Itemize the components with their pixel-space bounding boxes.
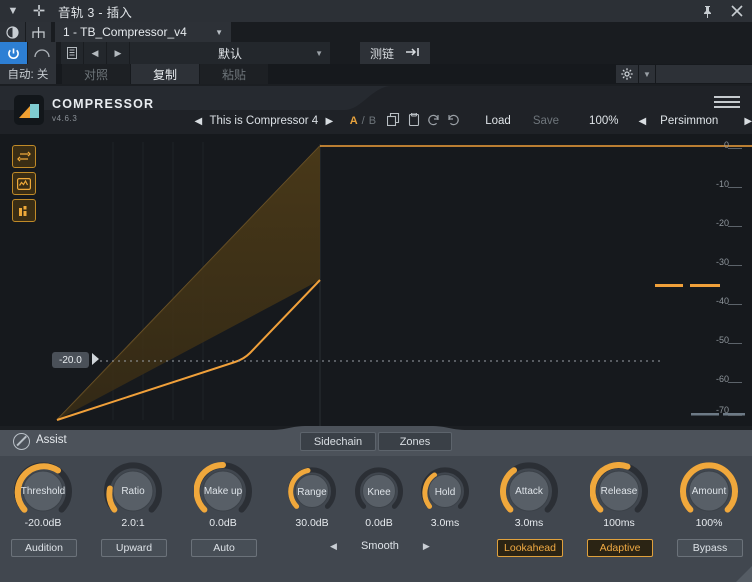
skin-next-icon[interactable]: ▶ [744,116,752,127]
clipboard-icon[interactable] [404,112,424,129]
amount-label: Amount [691,486,727,497]
adaptive-label: Adaptive [599,542,641,554]
plugin-slot-label: 1 - TB_Compressor_v4 [63,25,187,39]
transfer-curve-graph[interactable]: -20.0 0 -10 -20 -30 -40 -50 -60 -70 [0,134,752,426]
host-title-bar: ▼ ✛ 音轨 3 - 插入 [0,0,752,22]
audition-button[interactable]: Audition [11,539,77,557]
tab-sidechain-label: Sidechain [313,435,363,448]
ab-b[interactable]: B [369,115,376,127]
paste-button[interactable]: 粘贴 [200,64,268,84]
close-icon[interactable] [722,0,752,22]
power-icon[interactable] [0,42,27,64]
bypass-label: Bypass [692,542,728,554]
upward-button[interactable]: Upward [101,539,167,557]
output-scale: 0 -10 -20 -30 -40 -50 -60 -70 [702,134,746,426]
lookahead-label: Lookahead [504,542,556,554]
phase-icon[interactable] [0,22,25,42]
threshold-handle-value[interactable]: -20.0 [52,352,89,368]
zoom-level[interactable]: 100% [589,115,618,127]
scale-tick: -70 [715,405,729,415]
ab-compare[interactable]: A / B [350,115,376,127]
graph-canvas [56,142,752,426]
host-title: 音轨 3 - 插入 [58,5,133,20]
host-preset-value: 默认 [217,46,242,61]
plugin-preset-row: ◀ This is Compressor 4 ▶ A / B Load Save… [0,108,752,134]
routing-icon[interactable] [26,22,51,42]
copy-button[interactable]: 复制 [131,64,199,84]
scale-tickline [728,187,742,188]
tab-sidechain[interactable]: Sidechain [300,432,376,451]
route-icon [406,46,420,60]
scale-tickline [728,265,742,266]
upward-label: Upward [115,542,153,554]
chevron-down-icon[interactable]: ▼ [639,65,655,83]
detection-mode-selector[interactable]: ◀ Smooth ▶ [330,540,430,552]
scale-tickline [728,382,742,383]
ab-separator: / [361,115,365,127]
play-left-icon[interactable]: ◀ [190,116,207,127]
graph-side-icons [12,145,36,226]
play-right-icon[interactable]: ▶ [423,541,430,552]
copy-icon[interactable] [384,112,404,129]
skin-prev-icon[interactable]: ◀ [638,116,646,127]
arc-icon[interactable] [28,42,56,64]
makeup-auto-label: Auto [213,542,235,554]
scale-tickline [728,415,742,416]
amount-value: 100% [695,517,723,529]
tab-zones-label: Zones [399,435,431,448]
pin-icon[interactable] [692,0,722,22]
chevron-down-icon[interactable]: ▼ [315,49,323,58]
assist-icon [13,433,30,450]
scale-tickline [728,304,742,305]
automation-button[interactable]: 自动: 关 [0,64,56,84]
host-automation-strip: 自动: 关 对照 复制 粘贴 ▼ [0,64,752,84]
assist-bar-shape [0,426,752,456]
audition-label: Audition [25,542,63,554]
host-preset-select[interactable]: 默认 ▼ [130,42,330,64]
resize-handle[interactable] [736,566,752,582]
detection-mode-value: Smooth [360,540,399,552]
tab-zones[interactable]: Zones [378,432,452,451]
plugin-window: ▼ ✛ 音轨 3 - 插入 1 - TB_Compressor_v4 ▼ ◀ ▶… [0,0,752,582]
host-sidechain-label: 测链 [370,46,395,61]
play-right-icon[interactable] [92,353,99,365]
host-preset-strip: ◀ ▶ 默认 ▼ 测链 [0,42,752,64]
save-button[interactable]: Save [533,115,559,127]
play-right-icon[interactable]: ▶ [321,116,338,127]
toolbar-filler [656,65,752,83]
load-button[interactable]: Load [485,115,511,127]
skin-name[interactable]: Persimmon [660,115,718,127]
chevron-down-icon[interactable]: ▼ [201,28,223,37]
bypass-button[interactable]: Bypass [677,539,743,557]
plugin-preset-name[interactable]: This is Compressor 4 [207,115,321,127]
scale-tickline [728,148,742,149]
waveform-icon[interactable] [12,172,36,195]
scale-tickline [728,226,742,227]
next-icon[interactable]: ▶ [107,42,129,64]
host-sidechain-button[interactable]: 测链 [360,42,431,64]
assist-bar: Assist Sidechain Zones [0,426,752,456]
prev-icon[interactable]: ◀ [84,42,106,64]
assist-label[interactable]: Assist [36,434,67,446]
makeup-auto-button[interactable]: Auto [191,539,257,557]
undo-icon[interactable] [424,113,444,129]
list-icon[interactable] [61,42,83,64]
plugin-slot-name[interactable]: 1 - TB_Compressor_v4 ▼ [55,22,231,42]
play-left-icon[interactable]: ◀ [330,541,337,552]
ab-a[interactable]: A [350,115,358,127]
chevron-down-icon[interactable]: ▼ [0,0,26,22]
compare-button[interactable]: 对照 [62,64,130,84]
control-panel: Threshold -20.0dB Audition Ratio 2.0:1 U… [0,456,752,582]
bars-icon[interactable] [12,199,36,222]
loop-icon[interactable] [12,145,36,168]
host-slot-strip: 1 - TB_Compressor_v4 ▼ [0,22,752,42]
scale-tickline [728,343,742,344]
plus-icon[interactable]: ✛ [26,0,52,22]
adaptive-button[interactable]: Adaptive [587,539,653,557]
gear-icon[interactable] [616,65,638,83]
redo-icon[interactable] [443,113,463,129]
lookahead-button[interactable]: Lookahead [497,539,563,557]
